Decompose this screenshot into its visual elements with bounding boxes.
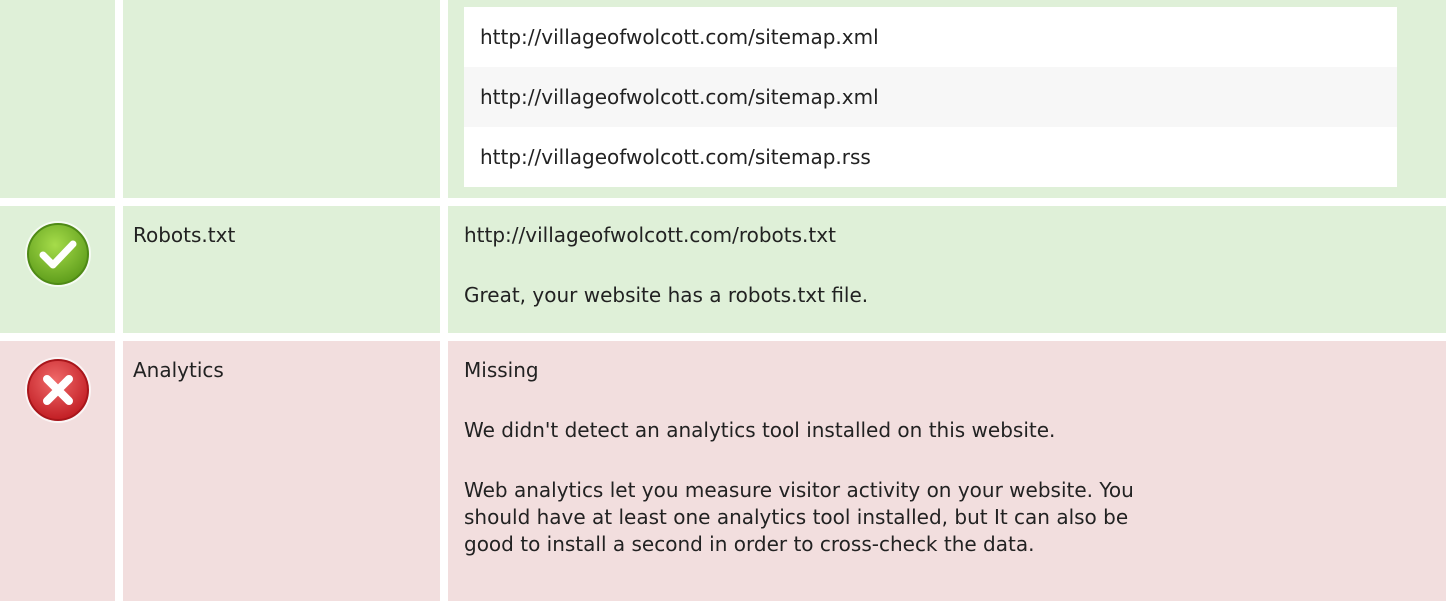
analytics-status-cell [0,341,115,601]
analytics-message: We didn't detect an analytics tool insta… [464,418,1056,442]
sitemap-url-item: http://villageofwolcott.com/sitemap.xml [464,67,1397,127]
analytics-label: Analytics [133,358,224,382]
robots-content-cell: http://villageofwolcott.com/robots.txt G… [448,206,1446,333]
robots-label: Robots.txt [133,223,236,247]
seo-report-table: http://villageofwolcott.com/sitemap.xml … [0,0,1446,601]
analytics-advice-line: should have at least one analytics tool … [464,505,1129,529]
analytics-row: Analytics Missing We didn't detect an an… [0,341,1446,601]
robots-message: Great, your website has a robots.txt fil… [464,283,869,307]
analytics-advice-line: Web analytics let you measure visitor ac… [464,478,1134,502]
sitemap-url-item: http://villageofwolcott.com/sitemap.xml [464,7,1397,67]
analytics-advice-line: good to install a second in order to cro… [464,532,1035,556]
sitemap-status-cell [0,0,115,198]
sitemap-url-list: http://villageofwolcott.com/sitemap.xml … [464,7,1397,187]
check-icon [23,219,93,289]
sitemap-content-cell: http://villageofwolcott.com/sitemap.xml … [448,0,1446,198]
robots-label-cell: Robots.txt [123,206,440,333]
sitemap-url-item: http://villageofwolcott.com/sitemap.rss [464,127,1397,187]
cross-icon [23,355,93,425]
robots-row: Robots.txt http://villageofwolcott.com/r… [0,206,1446,333]
robots-url: http://villageofwolcott.com/robots.txt [464,223,836,247]
analytics-label-cell: Analytics [123,341,440,601]
sitemap-row: http://villageofwolcott.com/sitemap.xml … [0,0,1446,198]
analytics-value: Missing [464,358,539,382]
sitemap-label-cell [123,0,440,198]
analytics-content-cell: Missing We didn't detect an analytics to… [448,341,1446,601]
robots-status-cell [0,206,115,333]
